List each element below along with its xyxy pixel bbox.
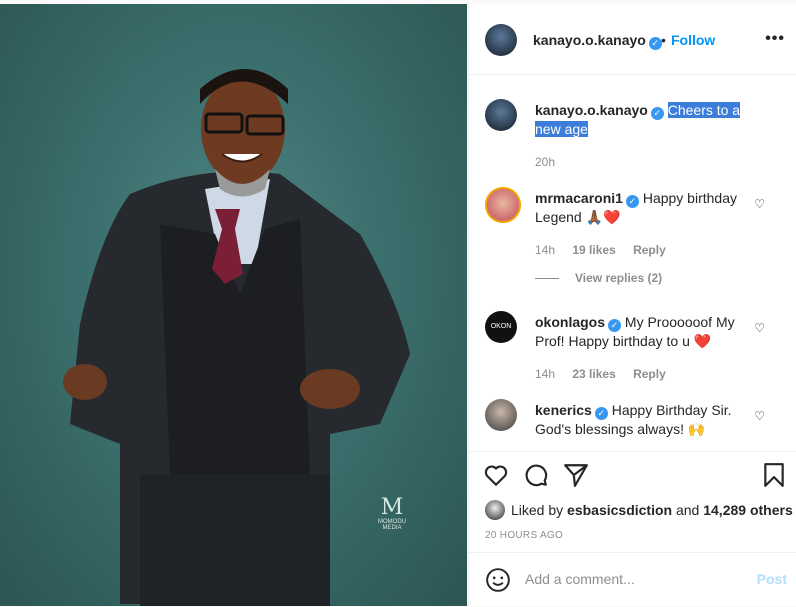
- caption: kanayo.o.kanayo ✓ Cheers to a new age 20h: [485, 99, 785, 169]
- comment-likes[interactable]: 23 likes: [572, 367, 615, 381]
- commenter-avatar[interactable]: [485, 187, 521, 223]
- caption-username[interactable]: kanayo.o.kanayo: [535, 102, 648, 118]
- verified-badge-icon: ✓: [650, 107, 664, 120]
- more-options-icon[interactable]: •••: [765, 30, 785, 48]
- like-comment-heart-icon[interactable]: ♡: [754, 195, 765, 213]
- commenter-avatar[interactable]: OKON: [485, 311, 517, 343]
- comment-time: 14h: [535, 367, 556, 381]
- post-panel: kanayo.o.kanayo ✓ • Follow ••• kanayo.o.k…: [468, 4, 796, 606]
- liker-username[interactable]: esbasicsdiction: [567, 502, 672, 518]
- comment-username[interactable]: mrmacaroni1: [535, 190, 623, 206]
- author-avatar[interactable]: [485, 24, 517, 56]
- emoji-icon[interactable]: [485, 567, 511, 593]
- likes-count[interactable]: 14,289 others: [703, 502, 793, 518]
- verified-badge-icon: ✓: [648, 37, 662, 50]
- comment-icon[interactable]: [523, 462, 549, 488]
- heart-icon[interactable]: [483, 462, 509, 488]
- comment-meta: 14h 19 likes Reply: [535, 241, 666, 259]
- author-username[interactable]: kanayo.o.kanayo: [533, 32, 646, 48]
- share-icon[interactable]: [563, 462, 589, 488]
- comment-likes[interactable]: 19 likes: [572, 243, 615, 257]
- view-replies-label: View replies (2): [575, 271, 663, 285]
- comment-meta: 14h 23 likes Reply: [535, 365, 666, 383]
- caption-time: 20h: [535, 155, 556, 169]
- caption-avatar[interactable]: [485, 99, 517, 131]
- commenter-avatar[interactable]: [485, 399, 517, 431]
- likes-and-label: and: [675, 502, 700, 518]
- comments-list[interactable]: kanayo.o.kanayo ✓ Cheers to a new age 20h…: [469, 75, 796, 450]
- add-comment-bar: Add a comment... Post: [469, 552, 796, 607]
- post-actions: Liked by esbasicsdiction and 14,289 othe…: [469, 451, 796, 552]
- comment-item: mrmacaroni1 ✓ Happy birthday Legend 🙏🏾❤️ …: [485, 187, 785, 267]
- liker-avatar[interactable]: [485, 500, 505, 520]
- post-button[interactable]: Post: [757, 571, 787, 587]
- post-timestamp: 20 HOURS AGO: [485, 530, 564, 541]
- likes-summary: Liked by esbasicsdiction and 14,289 othe…: [485, 500, 793, 520]
- reply-button[interactable]: Reply: [633, 243, 666, 257]
- post-header: kanayo.o.kanayo ✓ • Follow •••: [469, 4, 796, 75]
- follow-button[interactable]: Follow: [671, 32, 715, 48]
- reply-button[interactable]: Reply: [633, 367, 666, 381]
- comment-input[interactable]: Add a comment...: [525, 571, 635, 587]
- comment-username[interactable]: kenerics: [535, 402, 592, 418]
- like-comment-heart-icon[interactable]: ♡: [754, 407, 765, 425]
- comment-item: OKON okonlagos ✓ My Proooooof My Prof! Ha…: [485, 311, 785, 391]
- liked-by-label: Liked by: [511, 502, 564, 518]
- verified-badge-icon: ✓: [608, 319, 622, 332]
- bookmark-icon[interactable]: [761, 462, 787, 488]
- watermark-logo: M MOMODU MEDIA: [378, 495, 406, 532]
- comment-time: 14h: [535, 243, 556, 257]
- verified-badge-icon: ✓: [594, 407, 608, 420]
- comment-username[interactable]: okonlagos: [535, 314, 605, 330]
- divider-line: [535, 278, 559, 280]
- comment-item: kenerics ✓ Happy Birthday Sir. God's bles…: [485, 399, 785, 450]
- separator-dot: •: [661, 32, 666, 48]
- view-replies-button[interactable]: View replies (2): [535, 271, 662, 285]
- verified-badge-icon: ✓: [625, 195, 639, 208]
- post-photo[interactable]: M MOMODU MEDIA: [0, 4, 467, 606]
- like-comment-heart-icon[interactable]: ♡: [754, 319, 765, 337]
